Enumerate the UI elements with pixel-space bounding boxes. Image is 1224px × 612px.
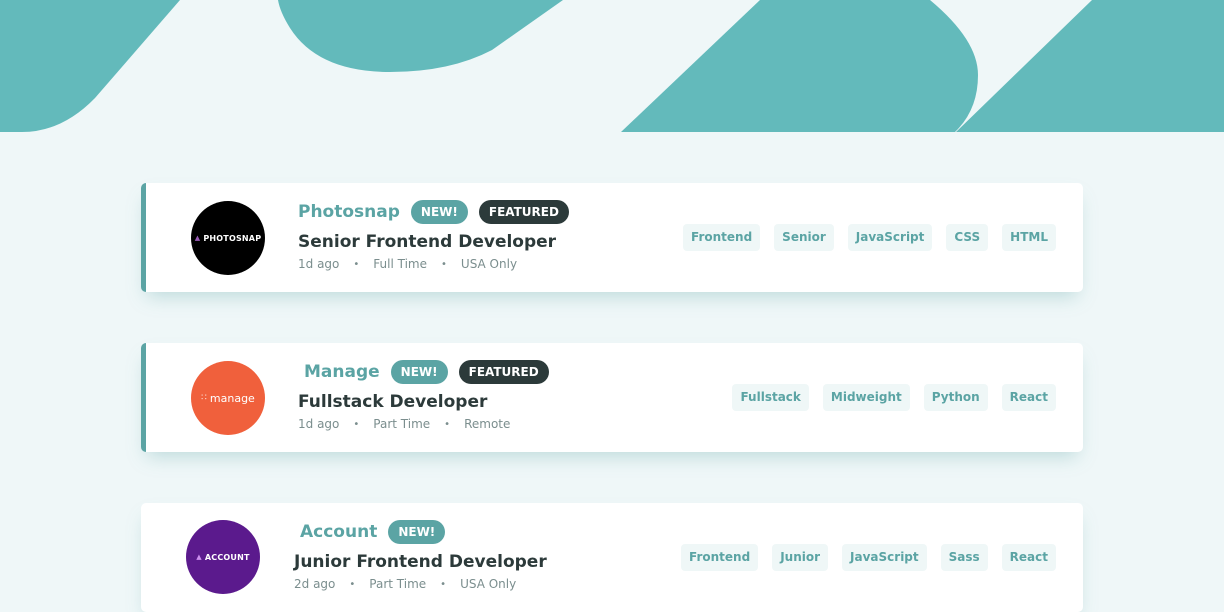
job-location: USA Only [460, 257, 518, 271]
tag-button[interactable]: React [1001, 384, 1056, 411]
separator-dot-icon: • [353, 418, 360, 430]
job-card-photosnap[interactable]: ▲ PHOTOSNAP Photosnap NEW! FEATURED Seni… [141, 183, 1083, 292]
separator-dot-icon: • [349, 578, 356, 590]
logo-text: PHOTOSNAP [203, 233, 262, 243]
tag-button[interactable]: Senior [774, 224, 834, 251]
tag-button[interactable]: React [1001, 544, 1056, 571]
company-name[interactable]: Manage [304, 362, 380, 382]
tag-button[interactable]: CSS [946, 224, 989, 251]
tag-button[interactable]: Midweight [822, 384, 910, 411]
job-tags: Frontend Senior JavaScript CSS HTML [669, 224, 1056, 251]
separator-dot-icon: • [444, 418, 451, 430]
job-header-row: Photosnap NEW! FEATURED [298, 199, 580, 225]
tag-button[interactable]: HTML [1002, 224, 1056, 251]
job-meta: 1d ago • Full Time • USA Only [298, 257, 580, 271]
featured-badge: FEATURED [458, 360, 549, 384]
job-info: Photosnap NEW! FEATURED Senior Frontend … [298, 199, 580, 271]
job-card-account[interactable]: ▲ ACCOUNT Account NEW! Junior Frontend D… [141, 503, 1083, 612]
tag-button[interactable]: Sass [940, 544, 988, 571]
contract-type: Part Time [373, 417, 431, 431]
job-meta: 2d ago • Part Time • USA Only [294, 577, 547, 591]
company-logo-account: ▲ ACCOUNT [186, 520, 260, 594]
job-tags: Frontend Junior JavaScript Sass React [667, 544, 1056, 571]
job-header-row: Account NEW! [294, 519, 547, 545]
new-badge: NEW! [390, 360, 448, 384]
logo-text: manage [209, 391, 255, 405]
separator-dot-icon: • [353, 258, 360, 270]
posted-at: 1d ago [298, 257, 340, 271]
job-location: USA Only [460, 577, 517, 591]
job-location: Remote [464, 417, 511, 431]
job-position[interactable]: Fullstack Developer [298, 391, 560, 413]
tag-button[interactable]: JavaScript [847, 224, 933, 251]
company-name[interactable]: Account [300, 522, 377, 542]
dots-icon: ∷ [201, 393, 207, 403]
tag-button[interactable]: Frontend [683, 224, 761, 251]
header-pattern [0, 0, 1224, 132]
triangle-icon: ▲ [194, 234, 201, 242]
job-tags: Fullstack Midweight Python React [718, 384, 1056, 411]
header-banner [0, 0, 1224, 132]
tag-button[interactable]: Junior [772, 544, 829, 571]
tag-button[interactable]: Frontend [681, 544, 759, 571]
featured-badge: FEATURED [478, 200, 569, 224]
new-badge: NEW! [388, 520, 446, 544]
tag-button[interactable]: Python [923, 384, 988, 411]
company-name[interactable]: Photosnap [298, 202, 400, 222]
company-logo-manage: ∷ manage [191, 361, 265, 435]
posted-at: 2d ago [294, 577, 336, 591]
triangle-icon: ▲ [196, 553, 202, 561]
job-position[interactable]: Senior Frontend Developer [298, 231, 580, 253]
job-info: Account NEW! Junior Frontend Developer 2… [294, 519, 547, 591]
separator-dot-icon: • [440, 578, 447, 590]
job-position[interactable]: Junior Frontend Developer [294, 551, 547, 573]
tag-button[interactable]: JavaScript [842, 544, 927, 571]
separator-dot-icon: • [441, 258, 447, 270]
company-logo-photosnap: ▲ PHOTOSNAP [191, 201, 265, 275]
job-meta: 1d ago • Part Time • Remote [298, 417, 560, 431]
tag-button[interactable]: Fullstack [732, 384, 809, 411]
job-info: Manage NEW! FEATURED Fullstack Developer… [298, 359, 560, 431]
posted-at: 1d ago [298, 417, 340, 431]
job-card-manage[interactable]: ∷ manage Manage NEW! FEATURED Fullstack … [141, 343, 1083, 452]
contract-type: Part Time [369, 577, 427, 591]
contract-type: Full Time [373, 257, 427, 271]
job-header-row: Manage NEW! FEATURED [298, 359, 560, 385]
logo-text: ACCOUNT [204, 552, 250, 562]
new-badge: NEW! [410, 200, 468, 224]
